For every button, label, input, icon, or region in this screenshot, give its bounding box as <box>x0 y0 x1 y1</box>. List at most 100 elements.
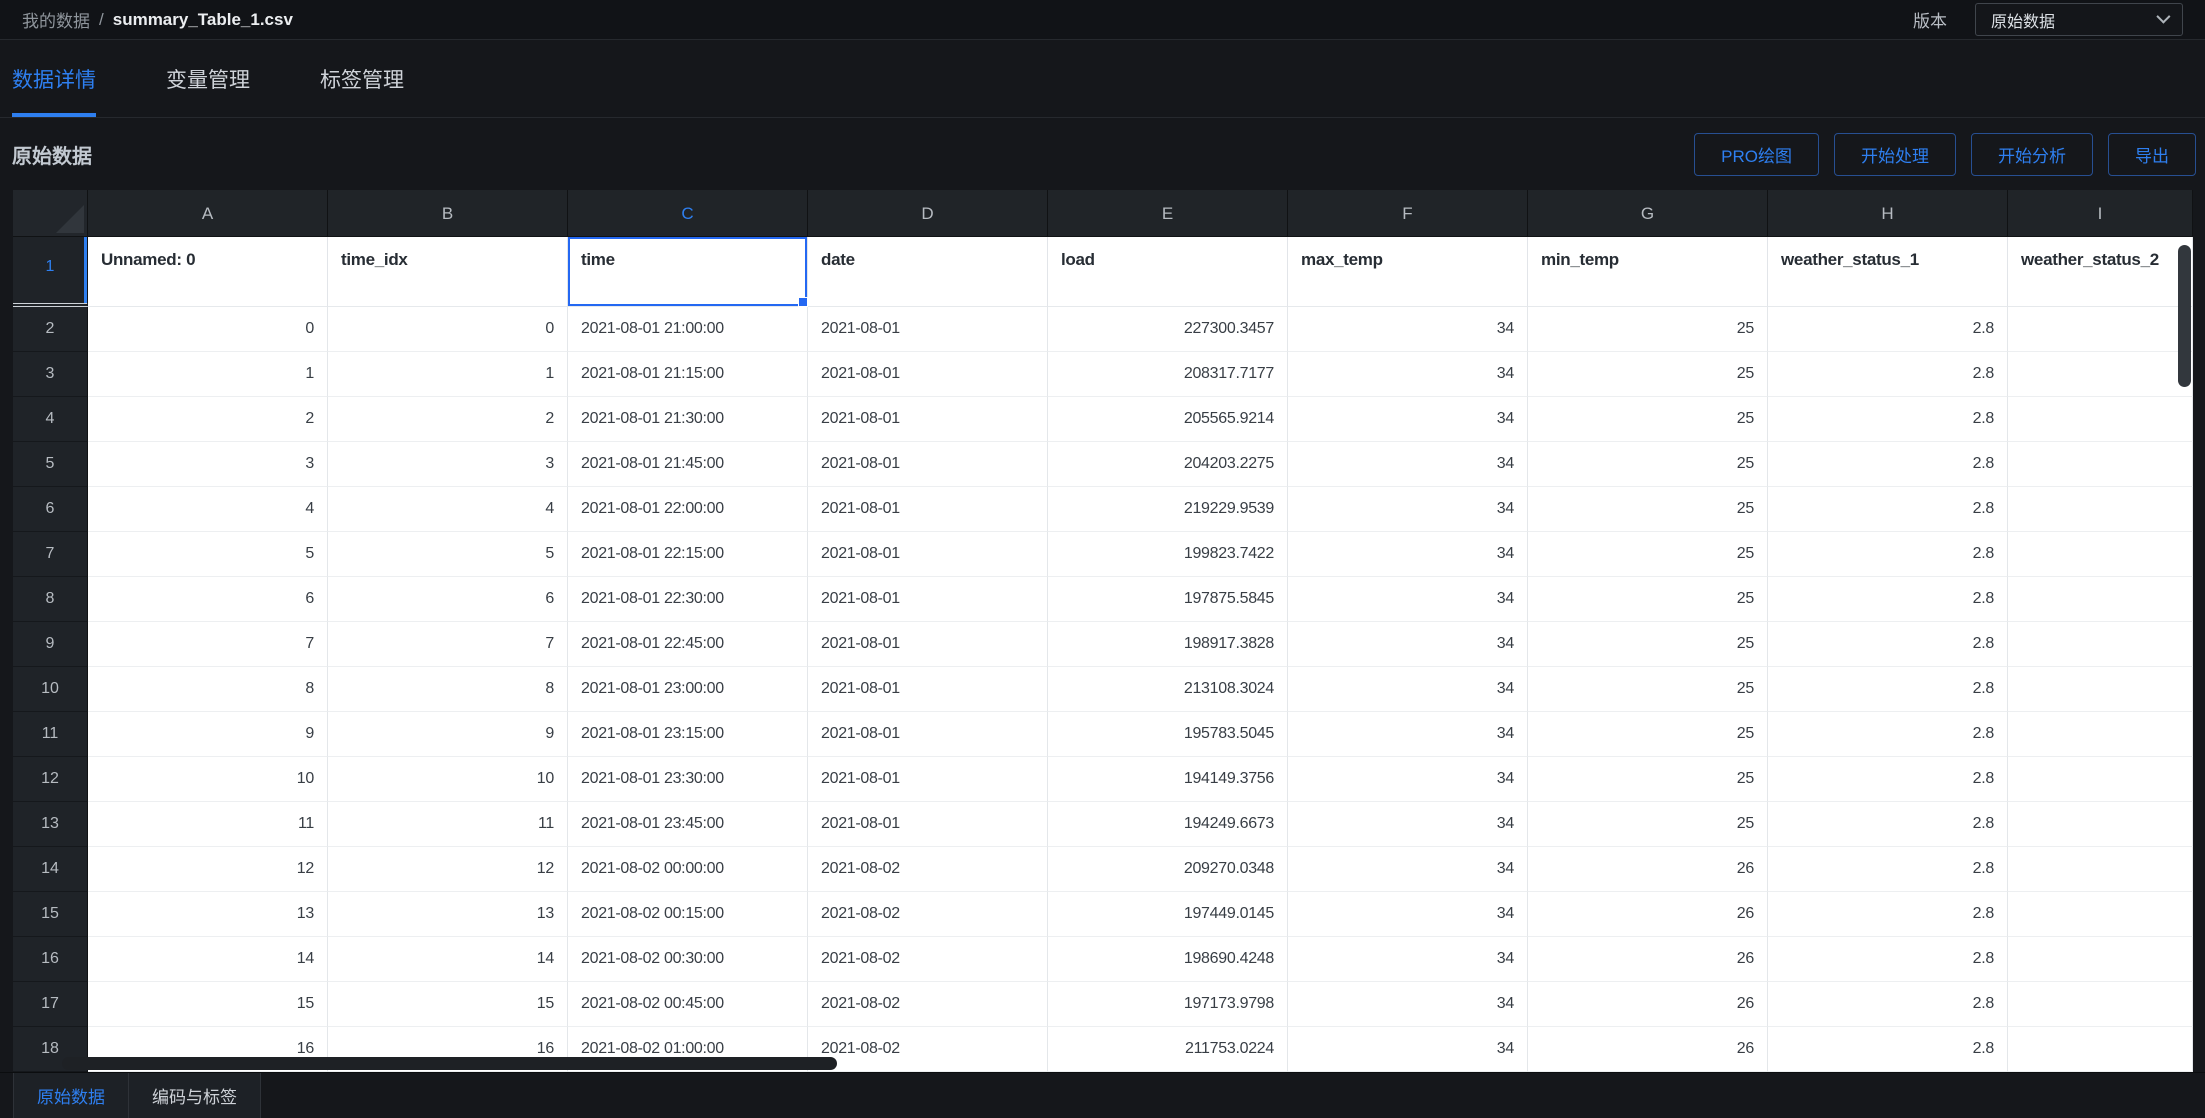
cell-C10[interactable]: 2021-08-01 23:00:00 <box>568 667 808 712</box>
cell-B9[interactable]: 7 <box>328 622 568 667</box>
cell-H7[interactable]: 2.8 <box>1768 532 2008 577</box>
field-header-cell-B1[interactable]: time_idx <box>328 237 568 307</box>
row-header-8[interactable]: 8 <box>13 577 88 622</box>
cell-C14[interactable]: 2021-08-02 00:00:00 <box>568 847 808 892</box>
cell-E10[interactable]: 213108.3024 <box>1048 667 1288 712</box>
tab-data-detail[interactable]: 数据详情 <box>12 41 96 117</box>
cell-I13[interactable] <box>2008 802 2193 847</box>
cell-D9[interactable]: 2021-08-01 <box>808 622 1048 667</box>
cell-A14[interactable]: 12 <box>88 847 328 892</box>
cell-C17[interactable]: 2021-08-02 00:45:00 <box>568 982 808 1027</box>
cell-A17[interactable]: 15 <box>88 982 328 1027</box>
row-header-12[interactable]: 12 <box>13 757 88 802</box>
field-header-cell-I1[interactable]: weather_status_2 <box>2008 237 2193 307</box>
row-header-14[interactable]: 14 <box>13 847 88 892</box>
cell-H6[interactable]: 2.8 <box>1768 487 2008 532</box>
cell-D15[interactable]: 2021-08-02 <box>808 892 1048 937</box>
cell-B6[interactable]: 4 <box>328 487 568 532</box>
cell-A12[interactable]: 10 <box>88 757 328 802</box>
column-header-E[interactable]: E <box>1048 190 1288 237</box>
cell-E16[interactable]: 198690.4248 <box>1048 937 1288 982</box>
export-button[interactable]: 导出 <box>2108 132 2196 176</box>
cell-B15[interactable]: 13 <box>328 892 568 937</box>
field-header-cell-F1[interactable]: max_temp <box>1288 237 1528 307</box>
cell-H2[interactable]: 2.8 <box>1768 307 2008 352</box>
cell-D7[interactable]: 2021-08-01 <box>808 532 1048 577</box>
column-header-I[interactable]: I <box>2008 190 2193 237</box>
cell-C16[interactable]: 2021-08-02 00:30:00 <box>568 937 808 982</box>
cell-F7[interactable]: 34 <box>1288 532 1528 577</box>
cell-I15[interactable] <box>2008 892 2193 937</box>
cell-G15[interactable]: 26 <box>1528 892 1768 937</box>
row-header-2[interactable]: 2 <box>13 307 88 352</box>
cell-G10[interactable]: 25 <box>1528 667 1768 712</box>
cell-C3[interactable]: 2021-08-01 21:15:00 <box>568 352 808 397</box>
cell-G12[interactable]: 25 <box>1528 757 1768 802</box>
cell-F4[interactable]: 34 <box>1288 397 1528 442</box>
cell-D6[interactable]: 2021-08-01 <box>808 487 1048 532</box>
cell-D8[interactable]: 2021-08-01 <box>808 577 1048 622</box>
cell-D17[interactable]: 2021-08-02 <box>808 982 1048 1027</box>
row-header-11[interactable]: 11 <box>13 712 88 757</box>
start-processing-button[interactable]: 开始处理 <box>1834 132 1956 176</box>
sheet-tab-raw-data[interactable]: 原始数据 <box>13 1073 129 1118</box>
cell-B4[interactable]: 2 <box>328 397 568 442</box>
cell-H15[interactable]: 2.8 <box>1768 892 2008 937</box>
cell-I2[interactable] <box>2008 307 2193 352</box>
cell-D2[interactable]: 2021-08-01 <box>808 307 1048 352</box>
cell-D11[interactable]: 2021-08-01 <box>808 712 1048 757</box>
row-header-6[interactable]: 6 <box>13 487 88 532</box>
tab-variable-management[interactable]: 变量管理 <box>166 41 250 117</box>
cell-E11[interactable]: 195783.5045 <box>1048 712 1288 757</box>
cell-D12[interactable]: 2021-08-01 <box>808 757 1048 802</box>
cell-C4[interactable]: 2021-08-01 21:30:00 <box>568 397 808 442</box>
cell-F8[interactable]: 34 <box>1288 577 1528 622</box>
cell-D3[interactable]: 2021-08-01 <box>808 352 1048 397</box>
cell-C6[interactable]: 2021-08-01 22:00:00 <box>568 487 808 532</box>
cell-H8[interactable]: 2.8 <box>1768 577 2008 622</box>
cell-C12[interactable]: 2021-08-01 23:30:00 <box>568 757 808 802</box>
cell-B11[interactable]: 9 <box>328 712 568 757</box>
cell-B3[interactable]: 1 <box>328 352 568 397</box>
cell-H9[interactable]: 2.8 <box>1768 622 2008 667</box>
row-header-10[interactable]: 10 <box>13 667 88 712</box>
cell-I4[interactable] <box>2008 397 2193 442</box>
cell-D16[interactable]: 2021-08-02 <box>808 937 1048 982</box>
row-header-3[interactable]: 3 <box>13 352 88 397</box>
cell-I7[interactable] <box>2008 532 2193 577</box>
cell-H4[interactable]: 2.8 <box>1768 397 2008 442</box>
cell-A8[interactable]: 6 <box>88 577 328 622</box>
cell-H12[interactable]: 2.8 <box>1768 757 2008 802</box>
horizontal-scrollbar-thumb[interactable] <box>62 1057 837 1070</box>
cell-A4[interactable]: 2 <box>88 397 328 442</box>
cell-A9[interactable]: 7 <box>88 622 328 667</box>
cell-F15[interactable]: 34 <box>1288 892 1528 937</box>
cell-I3[interactable] <box>2008 352 2193 397</box>
row-header-7[interactable]: 7 <box>13 532 88 577</box>
cell-H5[interactable]: 2.8 <box>1768 442 2008 487</box>
column-header-C[interactable]: C <box>568 190 808 237</box>
cell-C7[interactable]: 2021-08-01 22:15:00 <box>568 532 808 577</box>
cell-A10[interactable]: 8 <box>88 667 328 712</box>
row-header-1[interactable]: 1 <box>13 237 88 307</box>
cell-F10[interactable]: 34 <box>1288 667 1528 712</box>
cell-I17[interactable] <box>2008 982 2193 1027</box>
cell-B10[interactable]: 8 <box>328 667 568 712</box>
breadcrumb-root[interactable]: 我的数据 <box>22 7 90 32</box>
cell-D5[interactable]: 2021-08-01 <box>808 442 1048 487</box>
cell-F5[interactable]: 34 <box>1288 442 1528 487</box>
cell-E14[interactable]: 209270.0348 <box>1048 847 1288 892</box>
cell-F11[interactable]: 34 <box>1288 712 1528 757</box>
cell-D18[interactable]: 2021-08-02 <box>808 1027 1048 1072</box>
cell-F17[interactable]: 34 <box>1288 982 1528 1027</box>
cell-H11[interactable]: 2.8 <box>1768 712 2008 757</box>
cell-E3[interactable]: 208317.7177 <box>1048 352 1288 397</box>
cell-A15[interactable]: 13 <box>88 892 328 937</box>
cell-H18[interactable]: 2.8 <box>1768 1027 2008 1072</box>
cell-E12[interactable]: 194149.3756 <box>1048 757 1288 802</box>
cell-I6[interactable] <box>2008 487 2193 532</box>
cell-H17[interactable]: 2.8 <box>1768 982 2008 1027</box>
cell-C5[interactable]: 2021-08-01 21:45:00 <box>568 442 808 487</box>
field-header-cell-D1[interactable]: date <box>808 237 1048 307</box>
cell-B5[interactable]: 3 <box>328 442 568 487</box>
